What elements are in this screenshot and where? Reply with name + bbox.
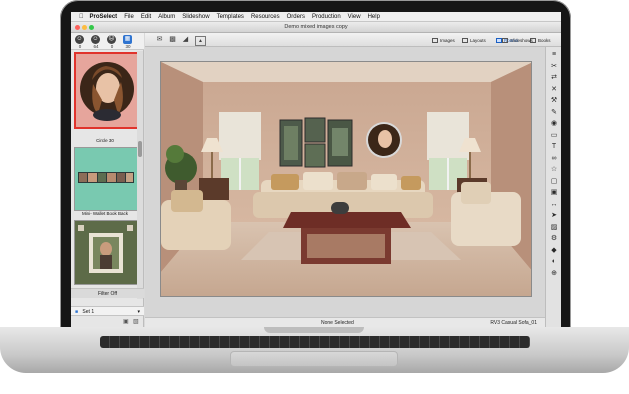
- happy-count: 0: [78, 44, 82, 49]
- laptop-notch: [264, 327, 364, 333]
- text-icon[interactable]: T: [549, 143, 559, 151]
- menu-edit[interactable]: Edit: [141, 14, 151, 20]
- album-thumb-circle[interactable]: [74, 52, 140, 129]
- minimize-window-button[interactable]: [82, 25, 87, 30]
- mail-icon[interactable]: ✉: [155, 36, 164, 44]
- shuffle-icon[interactable]: ⇄: [549, 74, 559, 82]
- presentation-icon[interactable]: ▩: [168, 36, 177, 44]
- wrench-icon[interactable]: ⚒: [549, 97, 559, 105]
- trash-icon[interactable]: ✕: [549, 86, 559, 94]
- tag-icon[interactable]: ◆: [549, 247, 559, 255]
- sidebar-scrollbar[interactable]: [137, 51, 143, 299]
- layers-icon[interactable]: ≡: [549, 51, 559, 59]
- set-label: Set 1: [82, 309, 95, 315]
- link-icon[interactable]: ∞: [549, 155, 559, 163]
- arrow-icon[interactable]: ➤: [549, 212, 559, 220]
- status-bar: None Selected RV3 Casual Sofa_01: [145, 317, 545, 327]
- image-icon[interactable]: ▲: [195, 36, 206, 46]
- grid-icon[interactable]: ▦: [123, 35, 132, 44]
- settings-icon[interactable]: ⚙: [549, 235, 559, 243]
- all-count: 30: [125, 44, 131, 49]
- speaker-icon[interactable]: ◢: [181, 36, 190, 44]
- folder-icon: ■: [75, 309, 79, 315]
- thumb-caption-1: Circle 30: [96, 138, 114, 143]
- menu-resources[interactable]: Resources: [251, 14, 280, 20]
- album-sidebar: ☺ ☺ ☹ ▦ 0 64 0 30 Circle 30 Mini- Wallet…: [71, 33, 144, 327]
- edit-icon[interactable]: ✎: [549, 109, 559, 117]
- filter-status[interactable]: Filter Off: [71, 288, 144, 298]
- room-scene: [161, 62, 531, 296]
- mode-slideshows[interactable]: Slideshows: [501, 36, 533, 45]
- menu-orders[interactable]: Orders: [287, 14, 305, 20]
- sad-face-icon[interactable]: ☹: [107, 35, 116, 44]
- album-thumb-wallet[interactable]: [74, 147, 138, 211]
- menu-help[interactable]: Help: [368, 14, 380, 20]
- room-tools-strip: ≡ ✂ ⇄ ✕ ⚒ ✎ ◉ ▭ T ∞ ☆ ▢ ▣ ↔ ➤ ▨ ⚙ ◆ ◐ ⊕: [545, 47, 561, 327]
- photo-icon[interactable]: ▨: [549, 224, 559, 232]
- new-folder-icon[interactable]: ▣: [123, 318, 129, 325]
- neutral-count: 64: [93, 44, 99, 49]
- wallet-book-thumbnail: [75, 148, 137, 210]
- menu-app-name[interactable]: ProSelect: [90, 14, 118, 20]
- menu-album[interactable]: Album: [158, 14, 175, 20]
- window-title: Demo mixed images copy: [284, 24, 348, 30]
- zoom-icon[interactable]: ⊕: [549, 270, 559, 278]
- crop-icon[interactable]: ✂: [549, 63, 559, 71]
- room-workspace: [145, 47, 545, 317]
- frame-icon[interactable]: ▢: [549, 178, 559, 186]
- menu-view[interactable]: View: [348, 14, 361, 20]
- menu-bar:  ProSelect File Edit Album Slideshow Te…: [71, 12, 561, 22]
- portrait-thumbnail: [76, 54, 138, 127]
- room-name: RV3 Casual Sofa_01: [490, 320, 537, 326]
- menu-file[interactable]: File: [124, 14, 134, 20]
- menu-slideshow[interactable]: Slideshow: [182, 14, 209, 20]
- pin-icon[interactable]: ◉: [549, 120, 559, 128]
- flip-icon[interactable]: ↔: [549, 201, 559, 209]
- mask-icon[interactable]: ◐: [549, 258, 559, 266]
- menu-production[interactable]: Production: [312, 14, 341, 20]
- lamp-icon[interactable]: ☆: [549, 166, 559, 174]
- thumb-caption-2: Mini- Wallet Book Back: [81, 211, 129, 216]
- sad-count: 0: [110, 44, 114, 49]
- chevron-down-icon[interactable]: ▾: [137, 307, 140, 317]
- menu-templates[interactable]: Templates: [217, 14, 244, 20]
- rating-filter-row: ☺ ☺ ☹ ▦ 0 64 0 30: [71, 33, 144, 50]
- apple-icon[interactable]: : [79, 14, 84, 20]
- main-toolbar: ✉ ▩ ◢ ▲ Images Layouts Rooms Books: [145, 33, 561, 47]
- set-selector[interactable]: ■ Set 1 ▾: [71, 306, 144, 316]
- happy-face-icon[interactable]: ☺: [75, 35, 84, 44]
- album-thumb-frame[interactable]: [74, 220, 138, 285]
- room-view[interactable]: [160, 61, 532, 297]
- laptop-touchpad: [230, 351, 398, 367]
- mode-layouts[interactable]: Layouts: [461, 36, 486, 45]
- filter-label: Filter Off: [97, 291, 118, 297]
- camera-icon[interactable]: ▣: [549, 189, 559, 197]
- sofa-icon[interactable]: ▭: [549, 132, 559, 140]
- mode-images[interactable]: Images: [431, 36, 455, 45]
- close-window-button[interactable]: [75, 25, 80, 30]
- sidebar-scroll-thumb[interactable]: [138, 141, 142, 157]
- framed-portrait-thumbnail: [75, 221, 137, 284]
- neutral-face-icon[interactable]: ☺: [91, 35, 100, 44]
- zoom-window-button[interactable]: [89, 25, 94, 30]
- selection-status: None Selected: [321, 320, 354, 326]
- trash-icon[interactable]: ▧: [133, 318, 139, 325]
- laptop-keyboard: [100, 336, 530, 348]
- window-titlebar: Demo mixed images copy: [71, 22, 561, 33]
- app-screen:  ProSelect File Edit Album Slideshow Te…: [71, 12, 561, 327]
